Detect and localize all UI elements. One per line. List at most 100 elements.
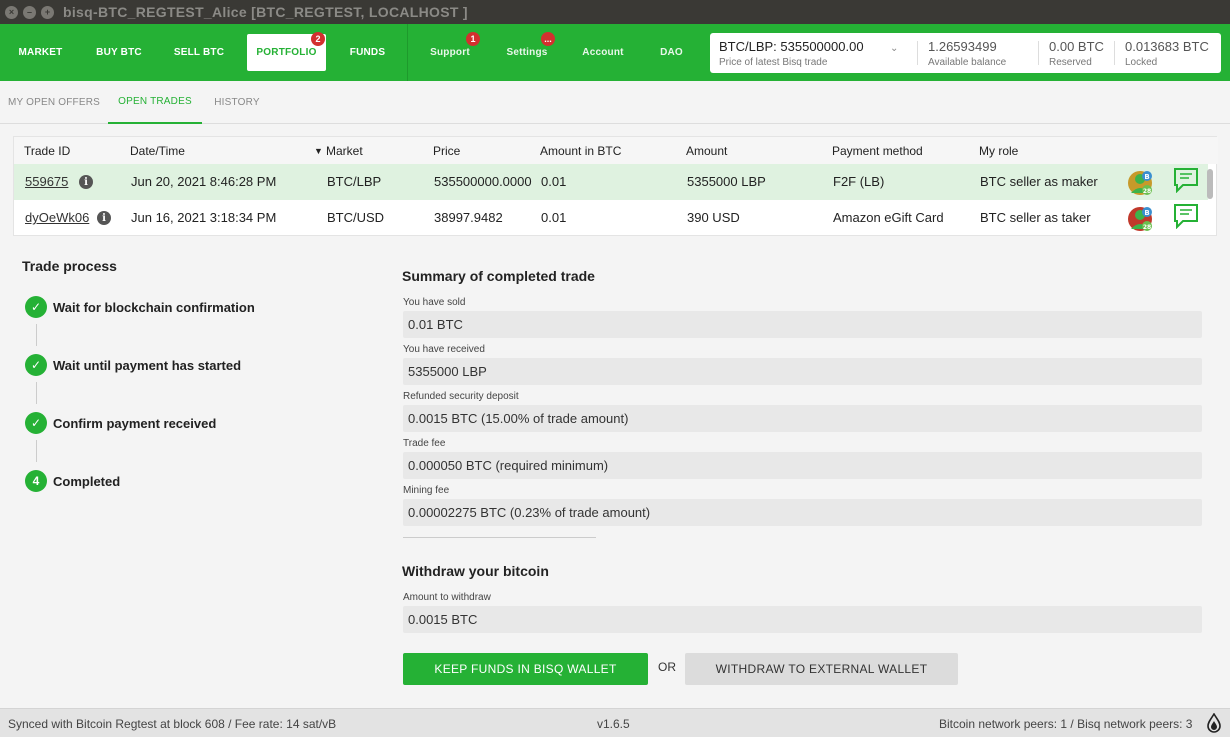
tab-open-trades[interactable]: OPEN TRADES [108, 81, 202, 124]
nav-dao[interactable]: DAO [645, 24, 698, 81]
reserved-balance-label: Reserved [1049, 57, 1092, 68]
nav-market[interactable]: MARKET [0, 24, 81, 81]
column-header-trade-id[interactable]: Trade ID [24, 144, 70, 158]
window-title: bisq-BTC_REGTEST_Alice [BTC_REGTEST, LOC… [63, 4, 468, 20]
trade-process-title: Trade process [22, 258, 117, 274]
step-label: Wait until payment has started [53, 357, 242, 373]
column-header-market[interactable]: Market [326, 144, 363, 158]
trade-amount-btc: 0.01 [541, 210, 567, 225]
avatar-badge-letter: B [1144, 209, 1149, 217]
sort-descending-icon[interactable]: ▼ [314, 146, 323, 156]
withdraw-external-button[interactable]: WITHDRAW TO EXTERNAL WALLET [685, 653, 958, 685]
step-label: Completed [53, 473, 121, 489]
trade-payment-method: F2F (LB) [833, 174, 885, 189]
sync-status: Synced with Bitcoin Regtest at block 608… [8, 717, 337, 731]
nav-account[interactable]: Account [570, 24, 636, 81]
price-box-divider [1114, 41, 1115, 65]
locked-balance: 0.013683 BTC Locked [1116, 33, 1221, 73]
section-divider [403, 537, 596, 538]
step-completed: 4 Completed [25, 470, 120, 492]
available-balance: 1.26593499 Available balance [919, 33, 1039, 73]
step-label: Wait for blockchain confirmation [53, 299, 255, 315]
withdraw-title: Withdraw your bitcoin [402, 563, 549, 579]
keep-funds-button[interactable]: KEEP FUNDS IN BISQ WALLET [403, 653, 648, 685]
table-header: Trade ID Date/Time ▼ Market Price Amount… [14, 137, 1218, 164]
column-header-my-role[interactable]: My role [979, 144, 1018, 158]
column-header-price[interactable]: Price [433, 144, 460, 158]
nav-buy-btc[interactable]: BUY BTC [81, 24, 157, 81]
window-title-bar: × – + bisq-BTC_REGTEST_Alice [BTC_REGTES… [0, 0, 1230, 24]
avatar-badge-letter: B [1144, 173, 1149, 181]
minimize-window-icon[interactable]: – [23, 5, 36, 19]
received-label: You have received [403, 344, 485, 355]
latest-price-value: BTC/LBP: 535500000.00 [719, 39, 864, 54]
reserved-balance-value: 0.00 BTC [1049, 39, 1104, 54]
security-deposit-label: Refunded security deposit [403, 391, 519, 402]
checkmark-icon: ✓ [25, 412, 47, 434]
reserved-balance: 0.00 BTC Reserved [1040, 33, 1116, 73]
step-connector [36, 440, 37, 462]
column-header-datetime[interactable]: Date/Time [130, 144, 185, 158]
security-deposit-field: 0.0015 BTC (15.00% of trade amount) [403, 405, 1202, 432]
trade-amount: 390 USD [687, 210, 740, 225]
maximize-window-icon[interactable]: + [41, 5, 54, 19]
tab-my-open-offers[interactable]: MY OPEN OFFERS [0, 81, 108, 124]
withdraw-amount-field[interactable]: 0.0015 BTC [403, 606, 1202, 633]
peer-avatar-icon[interactable]: B 28 [1127, 204, 1155, 232]
market-price-box: BTC/LBP: 535500000.00 Price of latest Bi… [710, 33, 1221, 73]
trade-role: BTC seller as taker [980, 210, 1091, 225]
checkmark-icon: ✓ [25, 354, 47, 376]
support-notification-badge: 1 [466, 32, 480, 46]
tab-history[interactable]: HISTORY [202, 81, 272, 124]
step-label: Confirm payment received [53, 415, 217, 431]
trade-datetime: Jun 16, 2021 3:18:34 PM [131, 210, 277, 225]
chat-icon[interactable] [1173, 203, 1199, 229]
avatar-trade-count: 28 [1143, 224, 1151, 231]
trade-datetime: Jun 20, 2021 8:46:28 PM [131, 174, 277, 189]
close-window-icon[interactable]: × [5, 5, 18, 19]
trade-market: BTC/USD [327, 210, 385, 225]
version-label: v1.6.5 [597, 717, 630, 731]
nav-sell-btc[interactable]: SELL BTC [160, 24, 238, 81]
info-icon[interactable]: i [79, 175, 93, 189]
settings-notification-badge: ... [541, 32, 555, 46]
trade-amount-btc: 0.01 [541, 174, 567, 189]
column-header-payment-method[interactable]: Payment method [832, 144, 923, 158]
table-row[interactable]: dyOeWk06 i Jun 16, 2021 3:18:34 PM BTC/U… [14, 200, 1208, 236]
summary-title: Summary of completed trade [402, 268, 595, 284]
info-icon[interactable]: i [97, 211, 111, 225]
table-scrollbar[interactable] [1207, 169, 1213, 199]
peer-avatar-icon[interactable]: B 28 [1127, 168, 1155, 196]
price-selector[interactable]: BTC/LBP: 535500000.00 Price of latest Bi… [710, 33, 917, 73]
trade-id-link[interactable]: dyOeWk06 [25, 210, 89, 225]
step-blockchain-confirmation: ✓ Wait for blockchain confirmation [25, 296, 255, 318]
chevron-down-icon[interactable]: ⌄ [890, 43, 898, 54]
trade-price: 38997.9482 [434, 210, 503, 225]
trade-market: BTC/LBP [327, 174, 382, 189]
portfolio-subtabs: MY OPEN OFFERS OPEN TRADES HISTORY [0, 81, 1230, 124]
network-peers: Bitcoin network peers: 1 / Bisq network … [939, 717, 1193, 731]
column-header-amount-btc[interactable]: Amount in BTC [540, 144, 621, 158]
withdraw-amount-label: Amount to withdraw [403, 592, 491, 603]
chat-icon[interactable] [1173, 167, 1199, 193]
tor-icon[interactable] [1207, 713, 1221, 733]
avatar-trade-count: 28 [1143, 188, 1151, 195]
trade-id-link[interactable]: 559675 [25, 174, 68, 189]
available-balance-value: 1.26593499 [928, 39, 997, 54]
price-box-divider [917, 41, 918, 65]
status-bar: Synced with Bitcoin Regtest at block 608… [0, 708, 1230, 737]
price-box-divider [1038, 41, 1039, 65]
trade-fee-field: 0.000050 BTC (required minimum) [403, 452, 1202, 479]
trade-payment-method: Amazon eGift Card [833, 210, 944, 225]
open-trades-table: Trade ID Date/Time ▼ Market Price Amount… [13, 136, 1218, 236]
sold-label: You have sold [403, 297, 466, 308]
table-row[interactable]: 559675 i Jun 20, 2021 8:46:28 PM BTC/LBP… [14, 164, 1208, 200]
locked-balance-label: Locked [1125, 57, 1158, 68]
nav-funds[interactable]: FUNDS [330, 24, 405, 81]
sold-field: 0.01 BTC [403, 311, 1202, 338]
mining-fee-field: 0.00002275 BTC (0.23% of trade amount) [403, 499, 1202, 526]
step-number: 4 [25, 470, 47, 492]
or-label: OR [658, 660, 676, 674]
step-connector [36, 382, 37, 404]
column-header-amount[interactable]: Amount [686, 144, 727, 158]
